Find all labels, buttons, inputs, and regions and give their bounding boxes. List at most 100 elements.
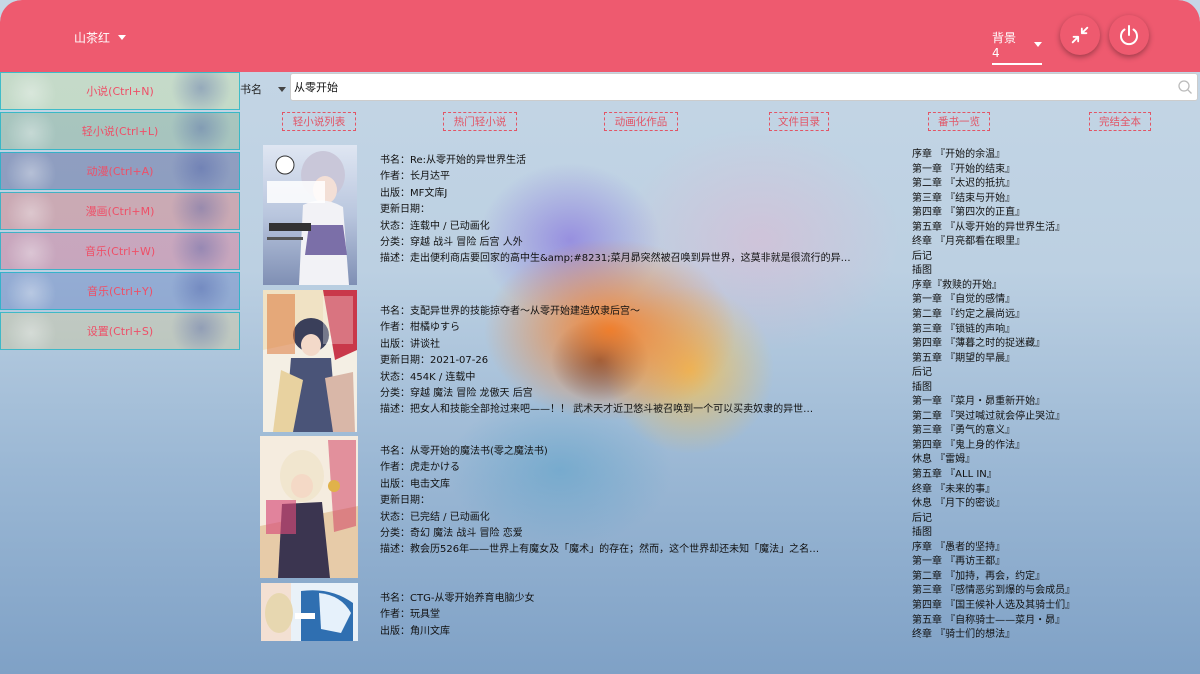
chapter-item[interactable]: 第三章 『感情恶劣到爆的与会成员』	[912, 584, 1112, 599]
chapter-item[interactable]: 后记	[912, 512, 1112, 527]
chapter-item[interactable]: 终章 『未来的事』	[912, 483, 1112, 498]
book-publisher: 出版：MF文库J	[380, 187, 448, 199]
chapter-item[interactable]: 第二章 『哭过喊过就会停止哭泣』	[912, 410, 1112, 425]
sidebar-item-label: 动漫(Ctrl+A)	[86, 165, 154, 178]
chapter-item[interactable]: 第三章 『结束与开始』	[912, 192, 1112, 207]
power-icon	[1120, 25, 1138, 46]
book-genres: 分类：穿越 战斗 冒险 后宫 人外	[380, 237, 523, 249]
chapter-item[interactable]: 第一章 『开始的结束』	[912, 163, 1112, 178]
search-field-dropdown[interactable]: 书名	[240, 81, 286, 97]
book-title: 书名：支配异世界的技能掠夺者～从零开始建造奴隶后宫～	[380, 306, 640, 317]
chapter-item[interactable]: 第二章 『太迟的抵抗』	[912, 177, 1112, 192]
chapter-item[interactable]: 插图	[912, 381, 1112, 396]
background-dropdown[interactable]: 背景4	[992, 29, 1042, 65]
chapter-item[interactable]: 第四章 『薄暮之时的捉迷藏』	[912, 337, 1112, 352]
app-window: 山茶红 背景4 小说(Ctrl+N) 轻小说(Ctrl+L) 动漫(Ctrl+A…	[0, 0, 1200, 674]
chapter-item[interactable]: 序章 『愚者的坚持』	[912, 541, 1112, 556]
book-title: 书名：CTG-从零开始养育电脑少女	[380, 593, 535, 604]
chapter-item[interactable]: 第二章 『约定之晨尚远』	[912, 308, 1112, 323]
book-genres: 分类：奇幻 魔法 战斗 冒险 恋爱	[380, 528, 523, 540]
book-status: 状态：连载中 / 已动画化	[380, 220, 490, 232]
book-cover	[261, 583, 358, 641]
collapse-button[interactable]	[1060, 15, 1100, 55]
chapter-item[interactable]: 第一章 『再访王都』	[912, 555, 1112, 570]
tag-file-directory[interactable]: 文件目录	[769, 112, 829, 131]
search-input[interactable]	[291, 74, 1171, 100]
chapter-item[interactable]: 终章 『骑士们的想法』	[912, 628, 1112, 643]
chapter-list: 序章 『开始的余温』 第一章 『开始的结束』 第二章 『太迟的抵抗』 第三章 『结束与…	[912, 148, 1112, 643]
tag-series-overview[interactable]: 番书一览	[928, 112, 990, 131]
chapter-item[interactable]: 第四章 『第四次的正直』	[912, 206, 1112, 221]
search-icon[interactable]	[1177, 79, 1193, 95]
chapter-item[interactable]: 休息 『雷姆』	[912, 453, 1112, 468]
book-description: 描述：教会历526年——世界上有魔女及「魔术」的存在；然而，这个世界却还未知「魔…	[380, 544, 820, 556]
sidebar-item-light-novel[interactable]: 轻小说(Ctrl+L)	[0, 112, 240, 150]
sidebar-item-label: 音乐(Ctrl+W)	[84, 245, 156, 258]
chapter-item[interactable]: 终章 『月亮都看在眼里』	[912, 235, 1112, 250]
chapter-item[interactable]: 第五章 『ALL IN』	[912, 468, 1112, 483]
chapter-item[interactable]: 序章 『开始的余温』	[912, 148, 1112, 163]
chapter-item[interactable]: 第五章 『期望的早晨』	[912, 352, 1112, 367]
book-status: 状态：454K / 连载中	[380, 371, 476, 383]
book-title: 书名：Re:从零开始的异世界生活	[380, 155, 527, 166]
power-button[interactable]	[1109, 15, 1149, 55]
book-info: 书名：从零开始的魔法书(零之魔法书) 作者：虎走かける 出版：电击文库 更新日期…	[380, 444, 870, 556]
list-item[interactable]: 书名：从零开始的魔法书(零之魔法书) 作者：虎走かける 出版：电击文库 更新日期…	[260, 436, 880, 578]
book-author: 作者：长月达平	[380, 171, 450, 183]
book-author: 作者：玩具堂	[380, 609, 440, 621]
book-publisher: 出版：电击文库	[380, 478, 450, 490]
chapter-item[interactable]: 后记	[912, 366, 1112, 381]
book-info: 书名：Re:从零开始的异世界生活 作者：长月达平 出版：MF文库J 更新日期： …	[380, 153, 870, 265]
tag-light-novel-list[interactable]: 轻小说列表	[282, 112, 356, 131]
search-bar: 书名	[240, 72, 1200, 102]
book-title: 书名：从零开始的魔法书(零之魔法书)	[380, 446, 548, 457]
list-item[interactable]: 书名：支配异世界的技能掠夺者～从零开始建造奴隶后宫～ 作者：柑橘ゆすら 出版：讲…	[260, 290, 880, 432]
chapter-item[interactable]: 第四章 『鬼上身的作法』	[912, 439, 1112, 454]
sidebar-item-novel[interactable]: 小说(Ctrl+N)	[0, 72, 240, 110]
book-cover	[263, 290, 357, 432]
book-author: 作者：虎走かける	[380, 462, 460, 474]
background-label: 背景4	[992, 31, 1017, 60]
sidebar-item-label: 设置(Ctrl+S)	[86, 325, 154, 338]
sidebar-item-label: 漫画(Ctrl+M)	[85, 205, 155, 218]
chapter-item[interactable]: 序章『救赎的开始』	[912, 279, 1112, 294]
sidebar-item-manga[interactable]: 漫画(Ctrl+M)	[0, 192, 240, 230]
chevron-down-icon	[118, 35, 127, 40]
chapter-item[interactable]: 第三章 『勇气的意义』	[912, 424, 1112, 439]
chapter-item[interactable]: 第四章 『国王候补人选及其骑士们』	[912, 599, 1112, 614]
list-item[interactable]: 书名：Re:从零开始的异世界生活 作者：长月达平 出版：MF文库J 更新日期： …	[260, 145, 880, 287]
sidebar-item-settings[interactable]: 设置(Ctrl+S)	[0, 312, 240, 350]
list-item[interactable]: 书名：CTG-从零开始养育电脑少女 作者：玩具堂 出版：角川文库	[260, 583, 880, 641]
book-cover	[263, 145, 357, 285]
chapter-item[interactable]: 第一章 『菜月・昴重新开始』	[912, 395, 1112, 410]
theme-dropdown[interactable]: 山茶红	[74, 29, 127, 46]
search-box	[290, 73, 1198, 101]
book-info: 书名：支配异世界的技能掠夺者～从零开始建造奴隶后宫～ 作者：柑橘ゆすら 出版：讲…	[380, 304, 870, 416]
sidebar-item-music-y[interactable]: 音乐(Ctrl+Y)	[0, 272, 240, 310]
chapter-item[interactable]: 插图	[912, 264, 1112, 279]
book-cover	[260, 436, 358, 578]
chapter-item[interactable]: 后记	[912, 250, 1112, 265]
tag-completed-books[interactable]: 完结全本	[1089, 112, 1151, 131]
chapter-item[interactable]: 第五章 『自称骑士——菜月・昴』	[912, 614, 1112, 629]
search-field-label: 书名	[240, 83, 262, 96]
chapter-item[interactable]: 第三章 『锁链的声响』	[912, 323, 1112, 338]
tag-animated-works[interactable]: 动画化作品	[604, 112, 678, 131]
book-publisher: 出版：角川文库	[380, 625, 450, 637]
chapter-item[interactable]: 插图	[912, 526, 1112, 541]
chapter-item[interactable]: 第二章 『加持，再会，约定』	[912, 570, 1112, 585]
book-description: 描述：把女人和技能全部抢过来吧——！！ 武术天才近卫悠斗被召唤到一个可以买卖奴隶…	[380, 404, 814, 416]
book-status: 状态：已完结 / 已动画化	[380, 511, 490, 523]
category-tags: 轻小说列表 热门轻小说 动画化作品 文件目录 番书一览 完结全本	[240, 112, 1200, 134]
sidebar-item-anime[interactable]: 动漫(Ctrl+A)	[0, 152, 240, 190]
chevron-down-icon	[278, 86, 286, 92]
chapter-item[interactable]: 第一章 『自觉的感情』	[912, 293, 1112, 308]
tag-popular-light-novels[interactable]: 热门轻小说	[443, 112, 517, 131]
chapter-item[interactable]: 休息 『月下的密谈』	[912, 497, 1112, 512]
theme-label: 山茶红	[74, 31, 111, 45]
sidebar-item-label: 轻小说(Ctrl+L)	[81, 125, 159, 138]
book-description: 描述：走出便利商店要回家的高中生&amp;#8231;菜月昴突然被召唤到异世界，…	[380, 253, 851, 265]
book-author: 作者：柑橘ゆすら	[380, 322, 460, 334]
sidebar-item-music-w[interactable]: 音乐(Ctrl+W)	[0, 232, 240, 270]
chapter-item[interactable]: 第五章 『从零开始的异世界生活』	[912, 221, 1112, 236]
